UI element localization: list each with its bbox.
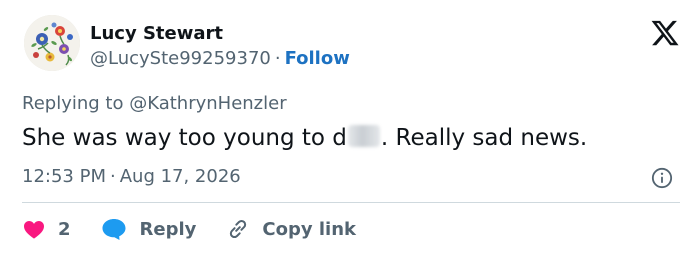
floral-avatar-image — [24, 15, 80, 71]
like-button[interactable]: 2 — [22, 217, 71, 241]
flower-red — [55, 26, 65, 36]
author-name[interactable]: Lucy Stewart — [90, 22, 223, 46]
flower-blue — [36, 33, 48, 45]
info-icon[interactable] — [651, 167, 673, 189]
avatar[interactable] — [24, 15, 80, 71]
author-handle[interactable]: @LucySte99259370 — [90, 48, 271, 69]
x-logo-icon[interactable] — [650, 18, 680, 48]
heart-icon — [24, 221, 44, 239]
timestamp-separator: · — [109, 166, 116, 187]
replying-prefix: Replying to — [22, 93, 124, 114]
action-bar: 2 Reply Copy link — [22, 214, 356, 244]
replying-to: Replying to @KathrynHenzler — [22, 92, 287, 116]
flower-yellow — [45, 52, 55, 62]
reply-button[interactable]: Reply — [101, 217, 197, 241]
divider — [22, 202, 680, 203]
tweet-text-end: . Really sad news. — [380, 125, 588, 151]
replying-mention[interactable]: @KathrynHenzler — [129, 93, 286, 114]
tweet-date: Aug 17, 2026 — [119, 166, 241, 187]
like-count: 2 — [58, 218, 71, 240]
follow-button[interactable]: Follow — [285, 48, 350, 69]
flower-purple — [59, 44, 69, 54]
reply-label: Reply — [139, 218, 197, 240]
tweet-time: 12:53 PM — [22, 166, 106, 187]
timestamp[interactable]: 12:53 PM · Aug 17, 2026 — [22, 165, 241, 189]
censored-blur — [347, 125, 380, 147]
separator-dot: · — [274, 48, 281, 69]
tweet-text: She was way too young to d . Really sad n… — [22, 122, 587, 154]
copy-link-button[interactable]: Copy link — [226, 217, 356, 241]
tweet-card: Lucy Stewart @LucySte99259370 · Follow Rep… — [0, 0, 700, 256]
link-icon — [230, 219, 247, 239]
speech-bubble-icon — [102, 219, 126, 240]
author-meta: @LucySte99259370 · Follow — [90, 47, 350, 71]
copy-link-label: Copy link — [262, 218, 356, 240]
tweet-text-start: She was way too young to d — [22, 125, 347, 151]
